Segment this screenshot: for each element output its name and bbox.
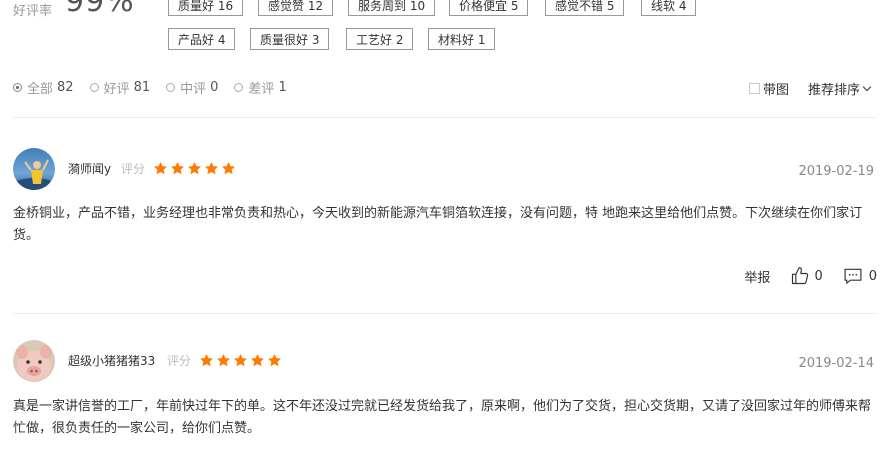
star-icon — [251, 353, 264, 367]
review-tag[interactable]: 服务周到 10 — [348, 0, 436, 16]
radio-icon[interactable] — [89, 82, 99, 92]
avatar-image — [13, 340, 55, 382]
filter-positive[interactable]: 好评 81 — [89, 78, 151, 97]
comment-count: 0 — [868, 268, 877, 284]
chevron-down-icon — [862, 82, 872, 91]
score-label: 评分 — [167, 354, 192, 368]
avatar[interactable] — [13, 340, 55, 382]
avatar[interactable] — [13, 148, 55, 190]
like-count: 0 — [814, 268, 823, 284]
thumbs-up-icon — [792, 267, 809, 285]
report-link[interactable]: 举报 — [744, 267, 770, 286]
username[interactable]: 漪师闻y — [68, 160, 111, 177]
review-tag[interactable]: 线软 4 — [641, 0, 697, 16]
filter-negative[interactable]: 差评 1 — [234, 78, 287, 97]
star-icon — [205, 161, 218, 175]
review-tag[interactable]: 工艺好 2 — [346, 28, 414, 50]
radio-icon[interactable] — [234, 82, 244, 92]
with-pictures-label: 带图 — [763, 83, 790, 98]
review-date: 2019-02-14 — [798, 356, 874, 371]
review-tag[interactable]: 感觉不错 5 — [545, 0, 625, 16]
review-item: 超级小猪猪猪33 评分 2019-02-14 真是一家讲信誉的工厂，年前快过年下… — [13, 340, 877, 455]
star-icon — [234, 353, 247, 367]
review-item: 漪师闻y 评分 2019-02-19 金桥铜业，产品不错，业务经理也非常负责和热… — [13, 148, 877, 298]
checkbox-icon[interactable] — [749, 83, 760, 94]
review-tag[interactable]: 产品好 4 — [168, 28, 236, 50]
radio-icon[interactable] — [166, 82, 176, 92]
star-icon — [200, 353, 213, 367]
review-date: 2019-02-19 — [798, 164, 874, 179]
sort-dropdown[interactable]: 推荐排序 — [808, 79, 872, 98]
comment-icon — [844, 268, 862, 284]
filter-count: 0 — [210, 79, 219, 95]
positive-rate-label: 好评率 — [13, 4, 53, 19]
star-icon — [222, 161, 235, 175]
review-tag[interactable]: 质量好 16 — [168, 0, 244, 16]
sort-label: 推荐排序 — [808, 83, 861, 98]
star-icon — [217, 353, 230, 367]
review-tag[interactable]: 感觉赞 12 — [258, 0, 334, 16]
review-content: 金桥铜业，产品不错，业务经理也非常负责和热心，今天收到的新能源汽车铜箔软连接，没… — [13, 206, 863, 243]
with-pictures-toggle[interactable]: 带图 — [749, 79, 789, 98]
filter-all[interactable]: 全部 82 — [13, 78, 74, 97]
star-rating — [153, 161, 238, 176]
avatar-image — [13, 148, 55, 190]
star-icon — [188, 161, 201, 175]
comment-button[interactable]: 0 — [843, 266, 877, 286]
filter-label: 差评 — [248, 81, 275, 97]
filter-neutral[interactable]: 中评 0 — [166, 78, 218, 97]
star-icon — [154, 161, 167, 175]
star-icon — [268, 353, 281, 367]
filter-label: 中评 — [180, 81, 207, 97]
filter-label: 好评 — [103, 81, 130, 97]
review-content: 真是一家讲信誉的工厂，年前快过年下的单。这不年还没过完就已经发货给我了，原来啊，… — [13, 399, 872, 436]
filter-count: 82 — [57, 79, 74, 95]
review-tag[interactable]: 材料好 1 — [428, 28, 496, 50]
filter-count: 81 — [133, 79, 151, 95]
divider — [13, 117, 877, 118]
review-actions: 举报 0 0 — [744, 266, 877, 286]
username[interactable]: 超级小猪猪猪33 — [68, 352, 155, 369]
review-tag[interactable]: 质量很好 3 — [250, 28, 330, 50]
like-button[interactable]: 0 — [790, 266, 823, 286]
radio-checked-icon[interactable] — [13, 82, 22, 92]
review-filter-bar: 全部 82 好评 81 中评 0 差评 1 — [13, 78, 303, 97]
filter-label: 全部 — [27, 81, 54, 97]
star-icon — [171, 161, 184, 175]
review-tag[interactable]: 价格便宜 5 — [449, 0, 529, 16]
filter-count: 1 — [278, 79, 287, 95]
divider — [13, 313, 877, 314]
score-label: 评分 — [121, 162, 146, 176]
star-rating — [199, 353, 284, 368]
positive-rate-value: 99% — [65, 0, 135, 19]
